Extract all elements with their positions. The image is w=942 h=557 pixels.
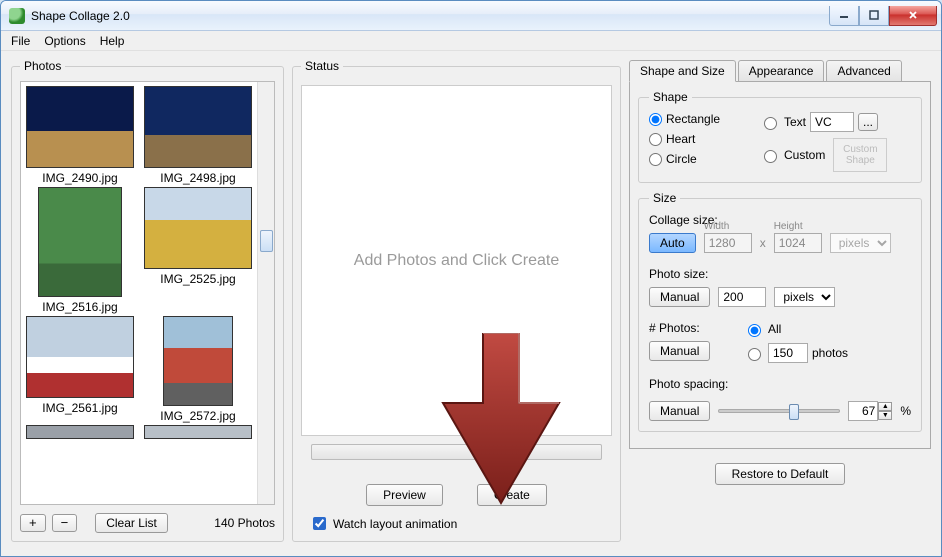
create-button[interactable]: Create	[477, 484, 547, 506]
shape-text-browse-button[interactable]: ...	[858, 113, 878, 131]
content: Photos IMG_2490.jpg IMG_2498.jpg IMG_251…	[1, 51, 941, 556]
num-photos-count[interactable]: photos	[743, 343, 848, 363]
tab-advanced[interactable]: Advanced	[826, 60, 901, 82]
status-legend: Status	[301, 59, 343, 73]
menu-help[interactable]: Help	[94, 32, 131, 50]
percent-label: %	[900, 404, 911, 418]
shape-custom-radio[interactable]	[764, 150, 777, 163]
spacing-slider-thumb[interactable]	[789, 404, 799, 420]
shape-legend: Shape	[649, 90, 692, 104]
preview-button[interactable]: Preview	[366, 484, 443, 506]
num-photos-all-radio[interactable]	[748, 324, 761, 337]
app-window: Shape Collage 2.0 File Options Help Phot…	[0, 0, 942, 557]
photo-caption: IMG_2561.jpg	[25, 401, 135, 415]
window-title: Shape Collage 2.0	[31, 9, 829, 23]
minimize-button[interactable]	[829, 6, 859, 26]
thumbnail	[144, 187, 252, 269]
maximize-button[interactable]	[859, 6, 889, 26]
collage-size-auto-button[interactable]: Auto	[649, 233, 696, 253]
thumbnail	[26, 86, 134, 168]
shape-text[interactable]: Text	[759, 114, 806, 130]
menu-options[interactable]: Options	[38, 32, 91, 50]
photo-item[interactable]: IMG_2490.jpg	[25, 86, 135, 185]
size-legend: Size	[649, 191, 680, 205]
photo-item[interactable]	[143, 425, 253, 439]
thumbnail	[26, 316, 134, 398]
preview-canvas: Add Photos and Click Create	[301, 85, 612, 436]
photo-unit-select[interactable]: pixels	[774, 287, 835, 307]
photo-caption: IMG_2572.jpg	[143, 409, 253, 423]
menu-file[interactable]: File	[5, 32, 36, 50]
thumbnail	[163, 316, 233, 406]
status-panel: Status Add Photos and Click Create Previ…	[292, 59, 621, 542]
settings-tabs: Shape and Size Appearance Advanced	[629, 59, 931, 81]
collage-width-input[interactable]	[704, 233, 752, 253]
photo-caption: IMG_2516.jpg	[25, 300, 135, 314]
thumbnail	[26, 425, 134, 439]
shape-heart-radio[interactable]	[649, 133, 662, 146]
photo-caption: IMG_2525.jpg	[143, 272, 253, 286]
num-photos-count-radio[interactable]	[748, 348, 761, 361]
shape-circle[interactable]: Circle	[649, 152, 759, 166]
photo-item[interactable]: IMG_2525.jpg	[143, 187, 253, 314]
watch-animation-checkbox[interactable]	[313, 517, 326, 530]
restore-default-button[interactable]: Restore to Default	[715, 463, 846, 485]
spacing-label: Photo spacing:	[649, 377, 735, 391]
photo-caption: IMG_2490.jpg	[25, 171, 135, 185]
clear-list-button[interactable]: Clear List	[95, 513, 168, 533]
shape-text-radio[interactable]	[764, 117, 777, 130]
thumbnail	[144, 86, 252, 168]
shape-rectangle[interactable]: Rectangle	[649, 112, 759, 126]
shape-custom[interactable]: Custom	[759, 147, 825, 163]
photo-size-label: Photo size:	[649, 267, 735, 281]
spacing-spin-up[interactable]: ▲	[878, 402, 892, 411]
num-photos-input[interactable]	[768, 343, 808, 363]
remove-photo-button[interactable]: −	[52, 514, 78, 532]
progress-bar	[311, 444, 602, 460]
watch-animation-label: Watch layout animation	[333, 517, 457, 531]
scrollbar-thumb[interactable]	[260, 230, 273, 252]
photo-item[interactable]: IMG_2516.jpg	[25, 187, 135, 314]
titlebar[interactable]: Shape Collage 2.0	[1, 1, 941, 31]
spacing-slider[interactable]	[718, 409, 840, 413]
spacing-value-input[interactable]	[848, 401, 878, 421]
settings-column: Shape and Size Appearance Advanced Shape…	[629, 59, 931, 542]
shape-circle-radio[interactable]	[649, 153, 662, 166]
tab-appearance[interactable]: Appearance	[738, 60, 825, 82]
canvas-placeholder: Add Photos and Click Create	[354, 252, 559, 270]
photos-legend: Photos	[20, 59, 65, 73]
photo-size-manual-button[interactable]: Manual	[649, 287, 710, 307]
tab-shape-size[interactable]: Shape and Size	[629, 60, 736, 82]
collage-height-input[interactable]	[774, 233, 822, 253]
photo-size-input[interactable]	[718, 287, 766, 307]
size-group: Size Collage size: Auto Width x Height p…	[638, 191, 922, 432]
num-photos-manual-button[interactable]: Manual	[649, 341, 710, 361]
photos-panel: Photos IMG_2490.jpg IMG_2498.jpg IMG_251…	[11, 59, 284, 542]
num-photos-label: # Photos:	[649, 321, 735, 335]
menubar: File Options Help	[1, 31, 941, 51]
close-button[interactable]	[889, 6, 937, 26]
photo-item[interactable]: IMG_2561.jpg	[25, 316, 135, 423]
shape-group: Shape Rectangle Heart Circle Text	[638, 90, 922, 183]
add-photo-button[interactable]: +	[20, 514, 46, 532]
num-photos-all[interactable]: All	[743, 321, 848, 337]
scrollbar[interactable]	[257, 82, 274, 504]
collage-unit-select[interactable]: pixels	[830, 233, 891, 253]
photo-item[interactable]	[25, 425, 135, 439]
photo-list[interactable]: IMG_2490.jpg IMG_2498.jpg IMG_2516.jpg I…	[21, 82, 257, 504]
photo-item[interactable]: IMG_2572.jpg	[143, 316, 253, 423]
shape-rectangle-radio[interactable]	[649, 113, 662, 126]
shape-heart[interactable]: Heart	[649, 132, 759, 146]
app-icon	[9, 8, 25, 24]
photo-caption: IMG_2498.jpg	[143, 171, 253, 185]
shape-text-input[interactable]	[810, 112, 854, 132]
spacing-spin-down[interactable]: ▼	[878, 411, 892, 420]
tab-body: Shape Rectangle Heart Circle Text	[629, 81, 931, 449]
photo-item[interactable]: IMG_2498.jpg	[143, 86, 253, 185]
photo-count: 140 Photos	[214, 516, 275, 530]
thumbnail	[144, 425, 252, 439]
custom-shape-dropzone[interactable]: Custom Shape	[833, 138, 887, 172]
thumbnail	[38, 187, 122, 297]
spacing-manual-button[interactable]: Manual	[649, 401, 710, 421]
